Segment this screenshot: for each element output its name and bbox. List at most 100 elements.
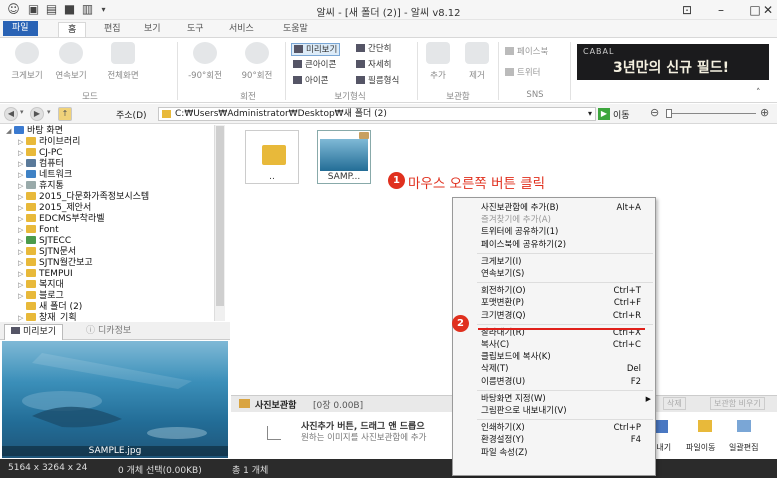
minimize-button[interactable]: – [704,0,738,20]
rotate-left-button[interactable]: -90°회전 [182,42,228,81]
tab-preview[interactable]: 미리보기 [4,324,64,340]
tree-node[interactable]: ▷ 블로그 [18,291,64,302]
tree-scrollbar[interactable] [214,125,225,321]
album-empty-button[interactable]: 보관함 비우기 [710,397,765,410]
context-menu-item[interactable]: 인쇄하기(X) Ctrl+P [453,422,655,434]
path-dropdown-icon[interactable]: ▾ [588,108,592,120]
tree-node[interactable]: ▷ 네트워크 [18,170,72,181]
view-preview-option[interactable]: 미리보기 [291,43,341,56]
menu-item-shortcut: F2 [630,376,641,387]
context-menu-item[interactable]: 즐겨찾기에 추가(A) [453,214,655,226]
go-icon[interactable]: ▶ [598,108,610,120]
view-simple-option[interactable]: 간단히 [356,43,391,56]
context-menu-item[interactable]: 환경설정(Y) F4 [453,434,655,446]
context-menu-item[interactable]: 사진보관함에 추가(B) Alt+A [453,202,655,214]
slideshow-button[interactable]: 연속보기 [48,42,94,81]
ad-banner[interactable]: CABAL 3년만의 신규 필드! [577,44,769,80]
tab-home[interactable]: 홈 [58,22,87,37]
tab-tools[interactable]: 도구 [178,22,213,37]
tab-file[interactable]: 파일 [3,21,38,36]
tree-node[interactable]: ▷ SJTN문서 [18,247,76,258]
zoom-slider-thumb[interactable] [666,109,672,118]
tree-node[interactable]: ◢ 바탕 화면 [6,126,63,137]
context-menu-item[interactable]: 바탕화면 지정(W) ▶ [453,393,655,405]
view-details-option[interactable]: 자세히 [356,59,391,72]
context-menu-item[interactable]: 이름변경(U) F2 [453,376,655,388]
context-menu-item[interactable]: 포맷변환(P) Ctrl+F [453,297,655,309]
ribbon-collapse-icon[interactable]: ˄ [756,88,761,98]
album-remove-button[interactable]: 제거 [457,42,497,81]
tree-node[interactable]: ▷ 컴퓨터 [18,159,64,170]
rotate-right-button[interactable]: 90°회전 [234,42,280,81]
tab-edit[interactable]: 편집 [95,22,130,37]
tree-node[interactable]: ▷ 휴지통 [18,181,64,192]
info-icon: ⓘ [86,326,96,336]
tree-node[interactable]: ▷ 2015_다문화가족정보시스템 [18,192,149,203]
context-menu-item[interactable]: 클립보드에 복사(K) [453,351,655,363]
album-add-icon [426,42,450,64]
batch-edit-icon[interactable] [737,420,751,432]
address-input[interactable]: C:₩Users₩Administrator₩Desktop₩새 폴더 (2) … [158,107,596,121]
tab-service[interactable]: 서비스 [220,22,263,37]
shared-folder-icon [26,236,36,244]
context-menu-item[interactable]: 트위터에 공유하기(1) [453,226,655,238]
restore-layout-icon[interactable]: ⊡ [670,0,704,20]
folder-icon [26,258,36,266]
ribbon: 크게보기 연속보기 전체화면 모드 -90°회전 90°회전 회전 미리보기 간… [0,37,777,103]
view-icon-option[interactable]: 아이콘 [293,75,328,88]
tree-node-selected[interactable]: 새 폴더 (2) [18,302,82,313]
album-add-button[interactable]: 추가 [418,42,458,81]
image-dimensions: 5164 x 3264 x 24 [8,463,88,473]
large-view-button[interactable]: 크게보기 [4,42,50,81]
forward-dropdown-icon[interactable]: ▾ [47,108,51,116]
context-menu-item[interactable]: 삭제(T) Del [453,363,655,375]
tree-node[interactable]: ▷ 창재_기획 [18,313,77,321]
total-count: 총 1 개체 [232,466,269,476]
context-menu-item[interactable]: 페이스북에 공유하기(2) [453,239,655,251]
close-button[interactable]: ✕ [759,0,777,20]
film-icon [356,76,365,84]
zoom-in-icon[interactable]: ⊕ [760,106,769,119]
fullscreen-button[interactable]: 전체화면 [97,42,149,81]
up-folder-icon[interactable]: ↑ [58,107,72,121]
forward-icon[interactable]: ▶ [30,107,44,121]
zoom-slider[interactable] [666,113,756,114]
tree-node[interactable]: ▷ 2015_제안서 [18,203,91,214]
magnifier-icon [15,42,39,64]
context-menu-item[interactable]: 크게보기(I) [453,256,655,268]
facebook-icon [505,47,514,55]
move-file-icon[interactable] [698,420,712,432]
tab-view[interactable]: 보기 [135,22,170,37]
go-button[interactable]: 이동 [613,108,630,121]
tree-node[interactable]: ▷ CJ-PC [18,148,63,159]
tree-node[interactable]: ▷ 라이브러리 [18,137,80,148]
tree-scrollbar-thumb[interactable] [216,126,224,306]
context-menu-item[interactable]: 연속보기(S) [453,268,655,280]
zoom-out-icon[interactable]: ⊖ [650,106,659,119]
tree-node[interactable]: ▷ SJTECC [18,236,71,247]
twitter-share-button[interactable]: 트위터 [505,67,540,80]
back-icon[interactable]: ◀ [4,107,18,121]
facebook-share-button[interactable]: 페이스북 [505,46,548,59]
address-bar: ◀ ▾ ▶ ▾ ↑ 주소(D) C:₩Users₩Administrator₩D… [0,104,777,124]
context-menu-item[interactable]: 파일 속성(Z) [453,447,655,459]
tree-node[interactable]: ▷ Font [18,225,59,236]
dolphin-image [22,353,207,439]
tree-node[interactable]: ▷ 복지대 [18,280,64,291]
tree-node[interactable]: ▷ EDCMS부착라벨 [18,214,105,225]
menu-item-label: 회전하기(O) [481,286,526,297]
context-menu-item[interactable]: 복사(C) Ctrl+C [453,339,655,351]
album-delete-button[interactable]: 삭제 [663,397,686,410]
folder-icon [26,214,36,222]
context-menu-item[interactable]: 회전하기(O) Ctrl+T [453,285,655,297]
context-menu-item[interactable]: 크기변경(Q) Ctrl+R [453,310,655,322]
tab-camera-info[interactable]: ⓘ 디카정보 [80,324,137,340]
back-dropdown-icon[interactable]: ▾ [20,108,24,116]
view-large-icon-option[interactable]: 큰아이콘 [293,59,336,72]
view-film-option[interactable]: 필름형식 [356,75,399,88]
context-menu-item[interactable]: 그림판으로 내보내기(V) [453,405,655,417]
tree-node[interactable]: ▷ SJTN월간보고 [18,258,93,269]
tab-help[interactable]: 도움말 [274,22,317,37]
send-icon[interactable] [655,420,668,433]
tree-node[interactable]: ▷ TEMPUI [18,269,73,280]
